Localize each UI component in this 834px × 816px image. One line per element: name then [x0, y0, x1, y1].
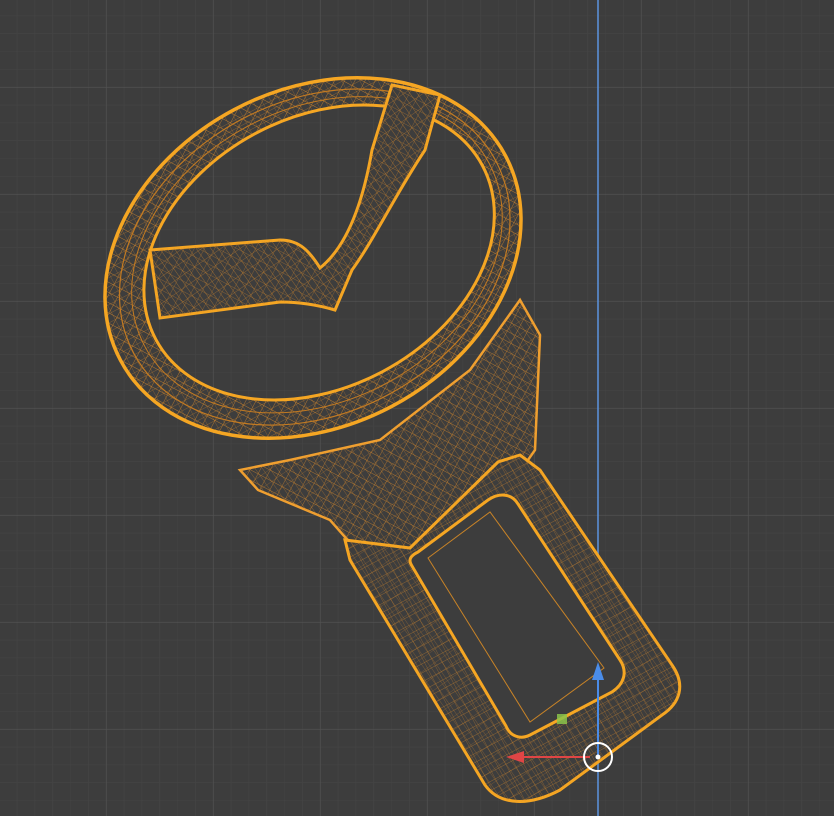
3d-viewport[interactable]	[0, 0, 834, 816]
seatbelt-buckle-mesh-icon[interactable]	[0, 0, 834, 816]
origin-center-dot	[595, 754, 601, 760]
gizmo-plane-handle[interactable]	[557, 714, 567, 724]
viewport-canvas[interactable]	[0, 0, 834, 816]
